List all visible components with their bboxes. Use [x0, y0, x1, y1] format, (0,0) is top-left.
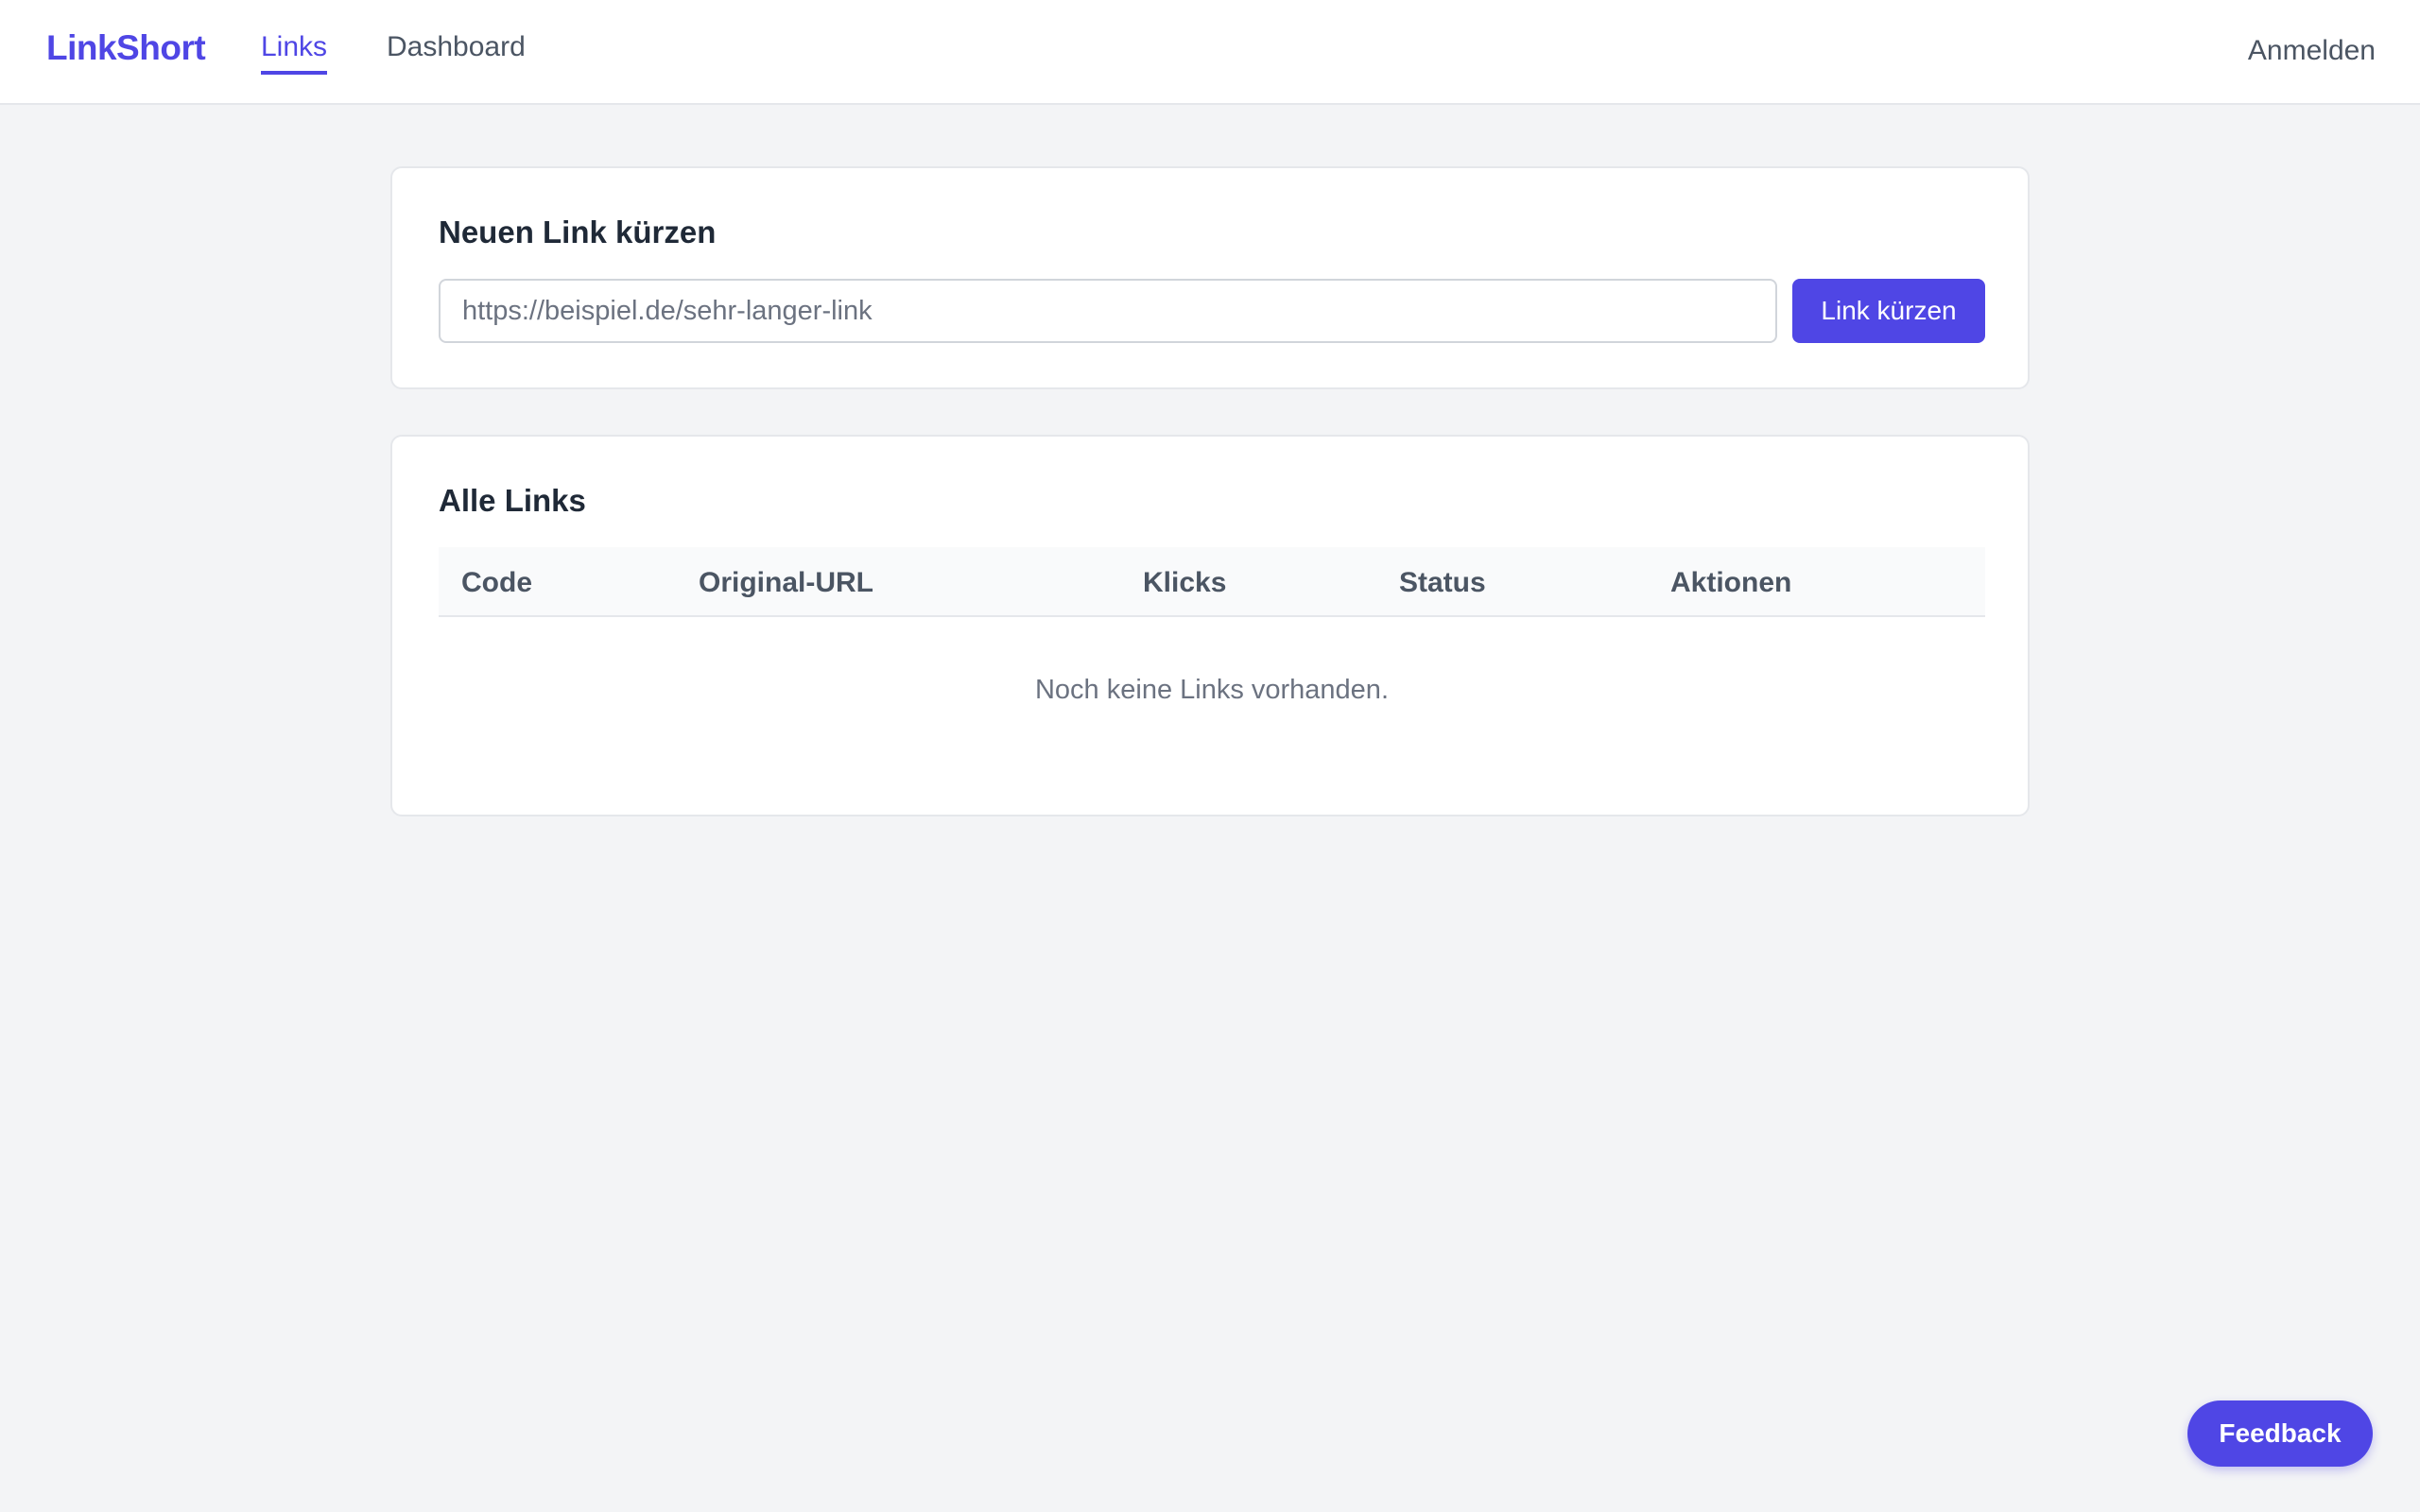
feedback-button[interactable]: Feedback	[2187, 1400, 2373, 1467]
column-header-status: Status	[1399, 567, 1486, 598]
login-link[interactable]: Anmelden	[2248, 35, 2376, 67]
column-header-code: Code	[461, 567, 532, 598]
column-header-clicks: Klicks	[1143, 567, 1227, 598]
brand-logo[interactable]: LinkShort	[46, 28, 206, 68]
shorten-button[interactable]: Link kürzen	[1792, 279, 1985, 343]
url-input[interactable]	[439, 279, 1777, 343]
links-card-title: Alle Links	[439, 483, 586, 518]
empty-state-message: Noch keine Links vorhanden.	[1034, 675, 1389, 705]
column-header-original-url: Original-URL	[699, 567, 873, 598]
nav-dashboard[interactable]: Dashboard	[387, 31, 526, 63]
top-navbar: LinkShort Links Dashboard Anmelden	[0, 0, 2420, 105]
table-header: Code Original-URL Klicks Status Aktionen	[439, 547, 1985, 617]
shorten-card-title: Neuen Link kürzen	[439, 215, 717, 249]
nav-links[interactable]: Links	[261, 31, 328, 75]
all-links-card: Alle Links Code Original-URL Klicks Stat…	[390, 435, 2030, 816]
links-table: Code Original-URL Klicks Status Aktionen…	[439, 547, 1985, 705]
column-header-actions: Aktionen	[1670, 567, 1792, 598]
shorten-link-card: Neuen Link kürzen Link kürzen	[390, 166, 2030, 389]
